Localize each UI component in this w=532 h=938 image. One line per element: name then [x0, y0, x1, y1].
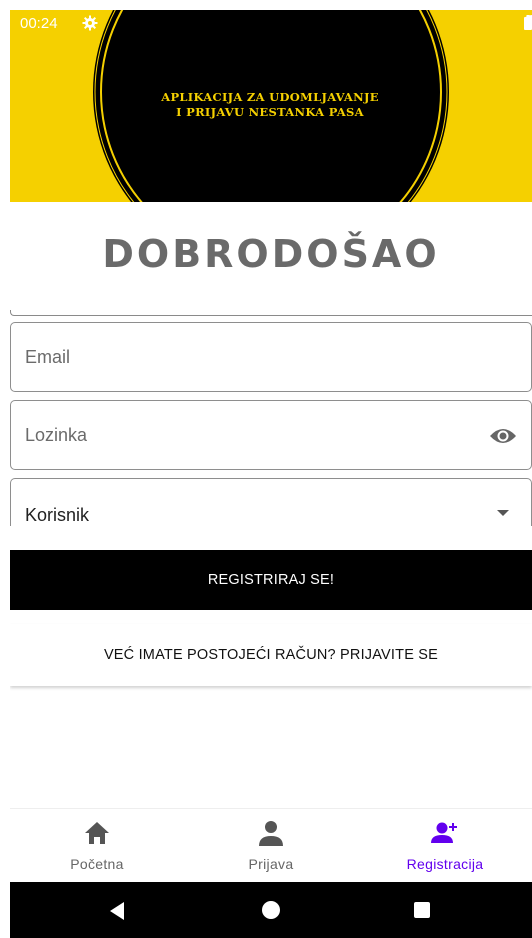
nav-label-login: Prijava	[248, 856, 294, 872]
email-label: Email	[25, 347, 71, 367]
settings-icon	[82, 15, 98, 31]
banner-title-line-2: I PRIJAVU NESTANKA PASA	[176, 105, 364, 119]
back-icon[interactable]	[110, 902, 124, 920]
bottom-navigation: Početna Prijava Registracija	[10, 808, 532, 882]
nav-item-register[interactable]: Registracija	[358, 809, 532, 883]
login-link-button[interactable]: VEĆ IMATE POSTOJEĆI RAČUN? PRIJAVITE SE	[10, 624, 532, 686]
nav-item-home[interactable]: Početna	[10, 809, 184, 883]
app-screen: APLIKACIJA ZA UDOMLJAVANJE I PRIJAVU NES…	[10, 10, 532, 938]
recent-apps-icon[interactable]	[414, 902, 430, 918]
email-field[interactable]: Email	[10, 322, 532, 392]
nav-label-home: Početna	[70, 856, 124, 872]
nav-label-register: Registracija	[406, 856, 484, 872]
person-icon	[259, 821, 283, 846]
dropdown-arrow-icon	[497, 510, 509, 516]
status-bar: 00:24	[10, 10, 532, 38]
welcome-title: DOBRODOŠAO	[102, 232, 440, 276]
status-time: 00:24	[20, 15, 58, 32]
home-circle-icon[interactable]	[262, 901, 280, 919]
banner-title: APLIKACIJA ZA UDOMLJAVANJE I PRIJAVU NES…	[110, 90, 430, 120]
system-navigation-bar	[10, 882, 532, 938]
banner-title-line-1: APLIKACIJA ZA UDOMLJAVANJE	[161, 90, 379, 104]
password-field[interactable]: Lozinka	[10, 400, 532, 470]
nav-item-login[interactable]: Prijava	[184, 809, 358, 883]
password-label: Lozinka	[25, 425, 88, 445]
header-banner: APLIKACIJA ZA UDOMLJAVANJE I PRIJAVU NES…	[10, 10, 532, 202]
role-select-value: Korisnik	[25, 505, 90, 525]
scrolled-field-edge	[10, 310, 532, 316]
home-icon	[85, 822, 109, 844]
register-button[interactable]: REGISTRIRAJ SE!	[10, 550, 532, 610]
person-add-icon	[431, 822, 457, 843]
role-select[interactable]: Korisnik	[10, 478, 532, 526]
visibility-icon[interactable]	[489, 424, 517, 448]
battery-icon	[524, 15, 532, 30]
